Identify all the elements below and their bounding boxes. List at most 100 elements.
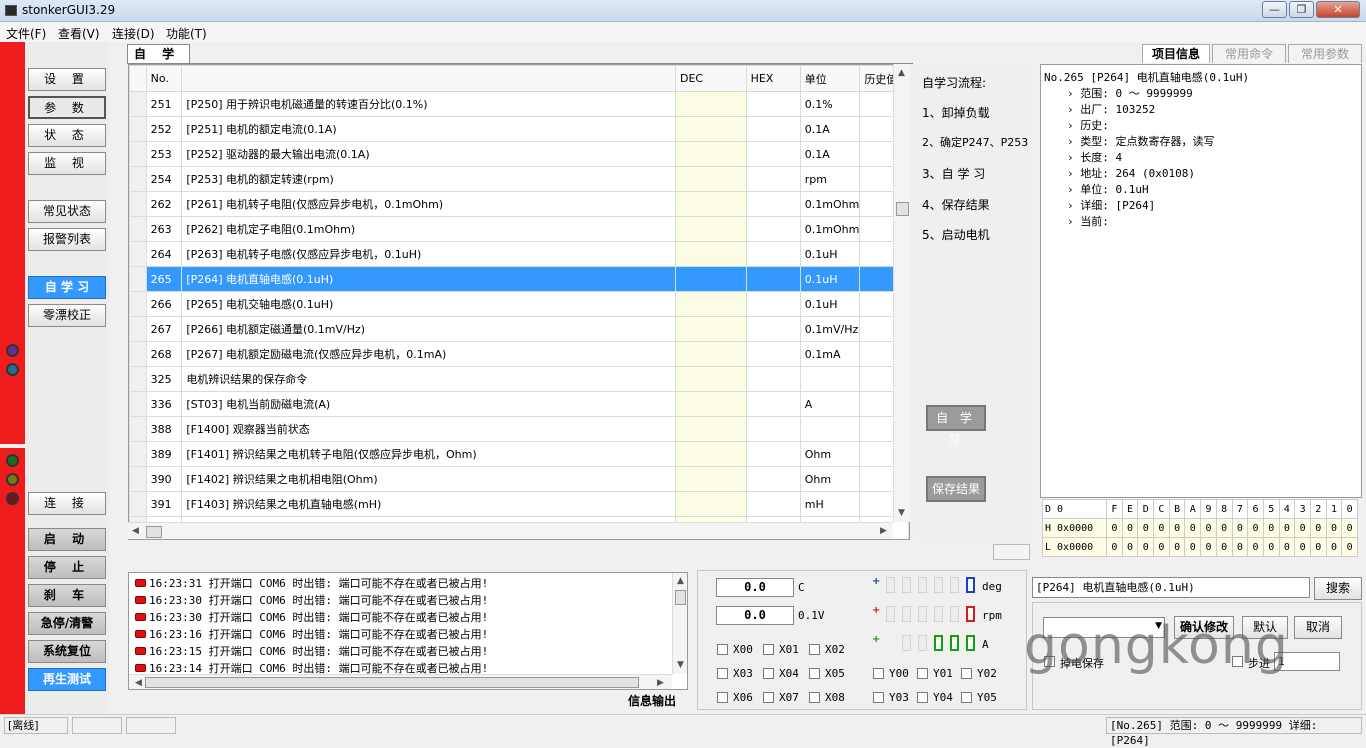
bit-low-cell[interactable]: 0 (1341, 537, 1358, 557)
cell-dec[interactable] (674, 416, 747, 442)
cell-dec[interactable] (674, 466, 747, 492)
cell-dec[interactable] (674, 491, 747, 517)
grid-horizontal-thumb[interactable] (146, 526, 162, 538)
cell-dec[interactable] (674, 341, 747, 367)
cancel-button[interactable]: 取消 (1294, 616, 1342, 639)
zero-calib-button[interactable]: 零漂校正 (28, 304, 106, 327)
bit-high-cell[interactable]: 0 (1278, 518, 1296, 538)
common-status-button[interactable]: 常见状态 (28, 200, 106, 223)
cell-dec[interactable] (674, 291, 747, 317)
col-header-hex[interactable]: HEX (745, 65, 801, 92)
x-input-checkbox[interactable] (717, 668, 728, 679)
y-output-checkbox[interactable] (961, 692, 972, 703)
connect-button[interactable]: 连 接 (28, 492, 106, 515)
bit-low-cell[interactable]: 0 (1278, 537, 1296, 557)
bit-low-cell[interactable]: 0 (1121, 537, 1139, 557)
bit-low-cell[interactable]: 0 (1137, 537, 1155, 557)
table-row[interactable]: 266 [P265] 电机交轴电感(0.1uH) 0.1uH (129, 291, 909, 317)
status-button[interactable]: 状 态 (28, 124, 106, 147)
menu-function[interactable]: 功能(T) (166, 25, 207, 42)
scroll-down-icon[interactable]: ▼ (677, 660, 684, 670)
bit-high-cell[interactable]: 0 (1262, 518, 1280, 538)
bit-low-cell[interactable]: 0 (1215, 537, 1233, 557)
bit-high-cell[interactable]: 0 (1200, 518, 1217, 538)
bit-high-cell[interactable]: 0 (1184, 518, 1202, 538)
bit-high-cell[interactable]: 0 (1168, 518, 1186, 538)
cell-dec[interactable] (674, 441, 747, 467)
bit-high-cell[interactable]: 0 (1121, 518, 1139, 538)
log-vertical-thumb[interactable] (675, 590, 686, 605)
close-button[interactable]: ✕ (1316, 1, 1360, 18)
table-row[interactable]: 253 [P252] 驱动器的最大输出电流(0.1A) 0.1A (129, 141, 909, 167)
col-header-desc[interactable] (181, 65, 676, 92)
y-output-checkbox[interactable] (961, 668, 972, 679)
grid-vertical-thumb[interactable] (896, 202, 909, 216)
settings-button[interactable]: 设 置 (28, 68, 106, 91)
table-row[interactable]: 391 [F1403] 辨识结果之电机直轴电感(mH) mH (129, 491, 909, 517)
x-input-checkbox[interactable] (809, 644, 820, 655)
table-row[interactable]: 265 [P264] 电机直轴电感(0.1uH) 0.1uH (129, 266, 909, 292)
cell-dec[interactable] (674, 316, 747, 342)
cell-dec[interactable] (674, 91, 747, 117)
bit-high-cell[interactable]: 0 (1294, 518, 1311, 538)
bit-high-cell[interactable]: 0 (1153, 518, 1170, 538)
menu-view[interactable]: 查看(V) (58, 25, 100, 42)
bit-high-cell[interactable]: 0 (1231, 518, 1249, 538)
bit-low-cell[interactable]: 0 (1153, 537, 1170, 557)
cell-dec[interactable] (674, 141, 747, 167)
y-output-checkbox[interactable] (873, 692, 884, 703)
regen-test-button[interactable]: 再生测试 (28, 668, 106, 691)
bit-low-cell[interactable]: 0 (1231, 537, 1249, 557)
estop-button[interactable]: 急停/清警 (28, 612, 106, 635)
cell-dec[interactable] (674, 391, 747, 417)
log-vertical-scrollbar[interactable]: ▲ ▼ (672, 573, 687, 674)
monitor-button[interactable]: 监 视 (28, 152, 106, 175)
tab-project-info[interactable]: 项目信息 (1142, 44, 1210, 63)
system-reset-button[interactable]: 系统复位 (28, 640, 106, 663)
bit-high-cell[interactable]: 0 (1137, 518, 1155, 538)
menu-file[interactable]: 文件(F) (6, 25, 46, 42)
bit-low-cell[interactable]: 0 (1200, 537, 1217, 557)
table-row[interactable]: 263 [P262] 电机定子电阻(0.1mOhm) 0.1mOhm (129, 216, 909, 242)
col-header-unit[interactable]: 单位 (799, 65, 861, 92)
table-row[interactable]: 390 [F1402] 辨识结果之电机相电阻(Ohm) Ohm (129, 466, 909, 492)
cell-dec[interactable] (674, 166, 747, 192)
bit-low-cell[interactable]: 0 (1247, 537, 1264, 557)
cell-dec[interactable] (674, 266, 747, 292)
bit-high-cell[interactable]: 0 (1341, 518, 1358, 538)
minimize-button[interactable]: — (1262, 1, 1287, 18)
bit-high-cell[interactable]: 0 (1106, 518, 1123, 538)
table-row[interactable]: 264 [P263] 电机转子电感(仅感应异步电机，0.1uH) 0.1uH (129, 241, 909, 267)
x-input-checkbox[interactable] (763, 644, 774, 655)
scroll-right-icon[interactable]: ▶ (880, 526, 887, 536)
table-row[interactable]: 267 [P266] 电机额定磁通量(0.1mV/Hz) 0.1mV/Hz (129, 316, 909, 342)
scroll-up-icon[interactable]: ▲ (898, 68, 905, 78)
alarm-list-button[interactable]: 报警列表 (28, 228, 106, 251)
y-output-checkbox[interactable] (873, 668, 884, 679)
brake-button[interactable]: 刹 车 (28, 584, 106, 607)
x-input-checkbox[interactable] (809, 668, 820, 679)
scroll-right-icon[interactable]: ▶ (657, 678, 664, 688)
bit-high-cell[interactable]: 0 (1309, 518, 1327, 538)
tab-self-learn[interactable]: 自 学 习 (127, 44, 190, 79)
x-input-checkbox[interactable] (717, 644, 728, 655)
bit-low-cell[interactable]: 0 (1262, 537, 1280, 557)
scroll-down-icon[interactable]: ▼ (898, 508, 905, 518)
x-input-checkbox[interactable] (763, 668, 774, 679)
cell-dec[interactable] (674, 116, 747, 142)
bit-low-cell[interactable]: 0 (1106, 537, 1123, 557)
col-header-no[interactable]: No. (145, 65, 183, 92)
table-row[interactable]: 325 电机辨识结果的保存命令 (129, 366, 909, 392)
table-row[interactable]: 268 [P267] 电机额定励磁电流(仅感应异步电机，0.1mA) 0.1mA (129, 341, 909, 367)
start-button[interactable]: 启 动 (28, 528, 106, 551)
y-output-checkbox[interactable] (917, 692, 928, 703)
cell-dec[interactable] (674, 216, 747, 242)
scroll-left-icon[interactable]: ◀ (135, 678, 142, 688)
menu-connect[interactable]: 连接(D) (112, 25, 155, 42)
stop-button[interactable]: 停 止 (28, 556, 106, 579)
bit-low-cell[interactable]: 0 (1294, 537, 1311, 557)
bit-high-cell[interactable]: 0 (1247, 518, 1264, 538)
bit-low-cell[interactable]: 0 (1168, 537, 1186, 557)
log-horizontal-thumb[interactable] (145, 677, 639, 688)
self-learn-button[interactable]: 自 学 习 (28, 276, 106, 299)
